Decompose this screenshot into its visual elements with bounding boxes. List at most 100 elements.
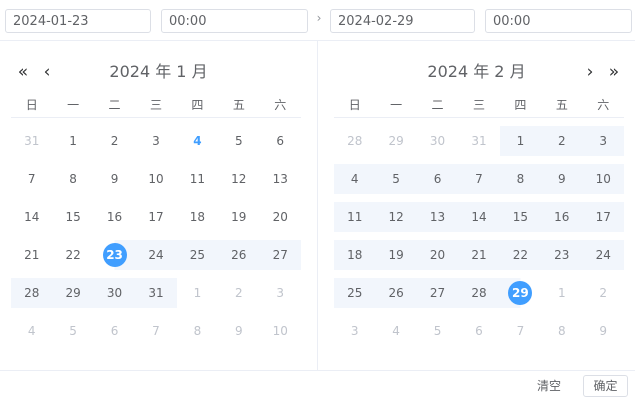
adjacent-month-day-cell[interactable]: 9 [583, 316, 624, 346]
adjacent-month-day-cell[interactable]: 6 [458, 316, 499, 346]
start-date-input[interactable] [5, 9, 151, 33]
in-range-day-cell[interactable]: 25 [176, 240, 219, 270]
in-range-day-cell[interactable]: 29 [52, 278, 94, 308]
adjacent-month-day-cell[interactable]: 2 [583, 278, 624, 308]
today-day-cell[interactable]: 4 [177, 126, 218, 156]
in-range-day-cell[interactable]: 18 [334, 240, 376, 270]
in-range-day-cell[interactable]: 5 [375, 164, 417, 194]
adjacent-month-day-cell[interactable]: 7 [500, 316, 541, 346]
clear-button[interactable]: 清空 [533, 375, 565, 397]
day-cell[interactable]: 6 [260, 126, 301, 156]
in-range-day-cell[interactable]: 2 [541, 126, 583, 156]
in-range-day-cell[interactable]: 25 [334, 278, 376, 308]
in-range-day-cell[interactable]: 30 [93, 278, 136, 308]
week-row: 31 1 2 3 4 5 6 [11, 126, 301, 156]
range-end-day-cell[interactable]: 29 [499, 278, 542, 308]
in-range-day-cell[interactable]: 27 [259, 240, 301, 270]
day-cell[interactable]: 18 [177, 202, 218, 232]
in-range-day-cell[interactable]: 24 [135, 240, 177, 270]
day-cell[interactable]: 20 [260, 202, 301, 232]
in-range-day-cell[interactable]: 7 [458, 164, 500, 194]
in-range-day-cell[interactable]: 19 [375, 240, 417, 270]
adjacent-month-day-cell[interactable]: 8 [541, 316, 582, 346]
adjacent-month-day-cell[interactable]: 5 [417, 316, 458, 346]
day-cell[interactable]: 3 [135, 126, 176, 156]
adjacent-month-day-cell[interactable]: 7 [135, 316, 176, 346]
end-time-input[interactable] [485, 9, 632, 33]
in-range-day-cell[interactable]: 27 [416, 278, 459, 308]
day-cell[interactable]: 5 [218, 126, 259, 156]
adjacent-month-day-cell[interactable]: 28 [334, 126, 375, 156]
weekday-label: 日 [348, 98, 361, 112]
adjacent-month-day-cell[interactable]: 1 [541, 278, 582, 308]
weekday-label: 三 [149, 98, 162, 112]
day-cell[interactable]: 16 [94, 202, 135, 232]
day-cell[interactable]: 12 [218, 164, 259, 194]
in-range-day-cell[interactable]: 4 [334, 164, 376, 194]
day-number: 7 [516, 324, 525, 338]
in-range-day-cell[interactable]: 21 [458, 240, 500, 270]
adjacent-month-day-cell[interactable]: 31 [458, 126, 499, 156]
in-range-day-cell[interactable]: 26 [375, 278, 417, 308]
adjacent-month-day-cell[interactable]: 9 [218, 316, 259, 346]
day-cell[interactable]: 9 [94, 164, 135, 194]
day-cell[interactable]: 8 [52, 164, 93, 194]
day-cell[interactable]: 13 [260, 164, 301, 194]
day-cell[interactable]: 19 [218, 202, 259, 232]
adjacent-month-day-cell[interactable]: 5 [52, 316, 93, 346]
in-range-day-cell[interactable]: 15 [499, 202, 542, 232]
adjacent-month-day-cell[interactable]: 4 [11, 316, 52, 346]
week-row: 25 26 27 28 29 1 2 [334, 278, 624, 308]
in-range-day-cell[interactable]: 14 [458, 202, 500, 232]
adjacent-month-day-cell[interactable]: 2 [218, 278, 259, 308]
day-cell[interactable]: 15 [52, 202, 93, 232]
left-month-title: 2024 年 1 月 [109, 62, 208, 81]
in-range-day-cell[interactable]: 6 [416, 164, 459, 194]
in-range-day-cell[interactable]: 22 [499, 240, 542, 270]
confirm-button[interactable]: 确定 [583, 375, 628, 397]
in-range-day-cell[interactable]: 20 [416, 240, 459, 270]
adjacent-month-day-cell[interactable]: 10 [260, 316, 301, 346]
in-range-day-cell[interactable]: 17 [582, 202, 624, 232]
day-number: 16 [106, 210, 123, 224]
adjacent-month-day-cell[interactable]: 1 [177, 278, 218, 308]
day-cell[interactable]: 14 [11, 202, 52, 232]
in-range-day-cell[interactable]: 9 [541, 164, 583, 194]
in-range-day-cell[interactable]: 3 [582, 126, 624, 156]
day-number: 2 [234, 286, 243, 300]
day-cell[interactable]: 21 [11, 240, 52, 270]
adjacent-month-day-cell[interactable]: 3 [260, 278, 301, 308]
adjacent-month-day-cell[interactable]: 4 [375, 316, 416, 346]
day-cell[interactable]: 22 [52, 240, 93, 270]
day-number: 2 [599, 286, 608, 300]
day-number: 4 [350, 172, 359, 186]
in-range-day-cell[interactable]: 28 [11, 278, 53, 308]
in-range-day-cell[interactable]: 12 [375, 202, 417, 232]
in-range-day-cell[interactable]: 26 [218, 240, 260, 270]
in-range-day-cell[interactable]: 13 [416, 202, 459, 232]
in-range-day-cell[interactable]: 1 [499, 126, 542, 156]
adjacent-month-day-cell[interactable]: 30 [417, 126, 458, 156]
day-cell[interactable]: 1 [52, 126, 93, 156]
in-range-day-cell[interactable]: 16 [541, 202, 583, 232]
in-range-day-cell[interactable]: 10 [582, 164, 624, 194]
range-start-day-cell[interactable]: 23 [93, 240, 136, 270]
adjacent-month-day-cell[interactable]: 31 [11, 126, 52, 156]
adjacent-month-day-cell[interactable]: 6 [94, 316, 135, 346]
in-range-day-cell[interactable]: 28 [458, 278, 500, 308]
adjacent-month-day-cell[interactable]: 8 [177, 316, 218, 346]
day-cell[interactable]: 17 [135, 202, 176, 232]
day-cell[interactable]: 10 [135, 164, 176, 194]
in-range-day-cell[interactable]: 24 [582, 240, 624, 270]
in-range-day-cell[interactable]: 8 [499, 164, 542, 194]
day-cell[interactable]: 7 [11, 164, 52, 194]
day-cell[interactable]: 11 [177, 164, 218, 194]
end-date-input[interactable] [330, 9, 475, 33]
start-time-input[interactable] [161, 9, 308, 33]
in-range-day-cell[interactable]: 23 [541, 240, 583, 270]
in-range-day-cell[interactable]: 11 [334, 202, 376, 232]
adjacent-month-day-cell[interactable]: 3 [334, 316, 375, 346]
adjacent-month-day-cell[interactable]: 29 [375, 126, 416, 156]
in-range-day-cell[interactable]: 31 [135, 278, 177, 308]
day-cell[interactable]: 2 [94, 126, 135, 156]
